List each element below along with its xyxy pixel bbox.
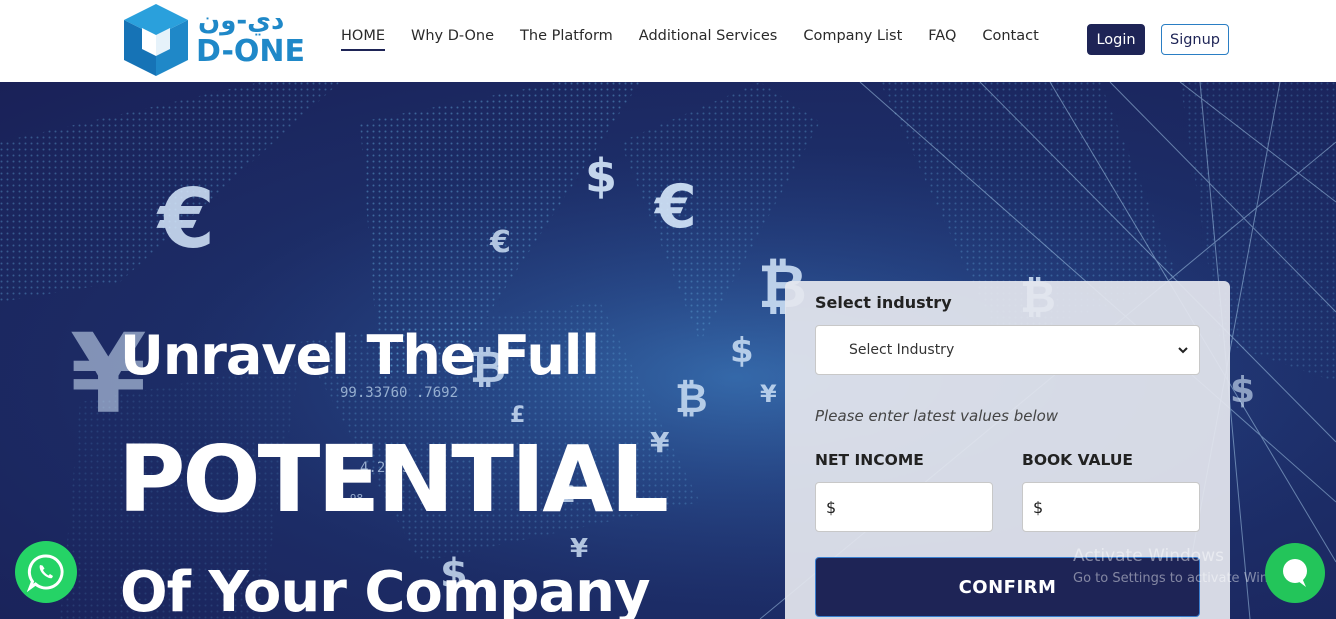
nav-home[interactable]: HOME xyxy=(341,28,385,51)
confirm-button[interactable]: CONFIRM xyxy=(815,557,1200,617)
hero-section: € $ € € ₿ ₿ ¥ ₿ ₿ $ ¥ £ £ $ ¥ ¥ $ 99.337… xyxy=(0,82,1336,619)
hero-title-line-2: POTENTIAL xyxy=(118,426,669,533)
net-income-currency: $ xyxy=(826,497,837,517)
industry-label: Select industry xyxy=(815,293,952,312)
nav-additional-services[interactable]: Additional Services xyxy=(639,28,778,51)
svg-text:99.33760 .7692: 99.33760 .7692 xyxy=(340,385,458,401)
svg-text:$: $ xyxy=(585,149,617,203)
svg-text:€: € xyxy=(489,225,511,260)
brand-latin: D-ONE xyxy=(196,34,306,69)
navbar: دي-ون D-ONE HOME Why D-One The Platform … xyxy=(0,0,1336,82)
nav-contact[interactable]: Contact xyxy=(982,28,1038,51)
book-value-input[interactable]: $ xyxy=(1022,482,1200,532)
nav-company-list[interactable]: Company List xyxy=(803,28,902,51)
svg-text:₿: ₿ xyxy=(675,376,708,422)
net-income-label: NET INCOME xyxy=(815,451,924,469)
chat-bubble-icon xyxy=(1283,559,1307,587)
svg-text:€: € xyxy=(156,172,215,267)
chevron-down-icon xyxy=(1178,347,1188,354)
valuation-form: Select industry Select Industry Please e… xyxy=(785,281,1230,619)
nav-faq[interactable]: FAQ xyxy=(928,28,956,51)
hero-title-line-3: Of Your Company xyxy=(120,560,650,619)
industry-select-value: Select Industry xyxy=(849,342,955,358)
svg-text:€: € xyxy=(653,172,697,242)
svg-text:$: $ xyxy=(730,331,754,371)
activate-windows-title: Activate Windows xyxy=(1073,546,1224,566)
login-button[interactable]: Login xyxy=(1087,24,1145,55)
book-value-label: BOOK VALUE xyxy=(1022,451,1134,469)
svg-text:$: $ xyxy=(1230,370,1255,411)
hero-title-line-1: Unravel The Full xyxy=(120,324,600,387)
industry-select[interactable]: Select Industry xyxy=(815,325,1200,375)
chat-button[interactable] xyxy=(1265,543,1325,603)
svg-text:¥: ¥ xyxy=(760,380,777,408)
whatsapp-button[interactable] xyxy=(15,541,77,603)
main-nav: HOME Why D-One The Platform Additional S… xyxy=(328,28,1052,51)
svg-text:£: £ xyxy=(510,403,525,428)
nav-the-platform[interactable]: The Platform xyxy=(520,28,613,51)
cube-logo-icon xyxy=(124,4,188,76)
whatsapp-icon xyxy=(26,554,64,592)
net-income-input[interactable]: $ xyxy=(815,482,993,532)
signup-button[interactable]: Signup xyxy=(1161,24,1229,55)
nav-why-d-one[interactable]: Why D-One xyxy=(411,28,494,51)
brand-logo[interactable]: دي-ون D-ONE xyxy=(120,2,310,78)
brand-arabic: دي-ون xyxy=(198,6,285,36)
values-hint: Please enter latest values below xyxy=(815,407,1059,425)
book-value-currency: $ xyxy=(1033,497,1044,517)
